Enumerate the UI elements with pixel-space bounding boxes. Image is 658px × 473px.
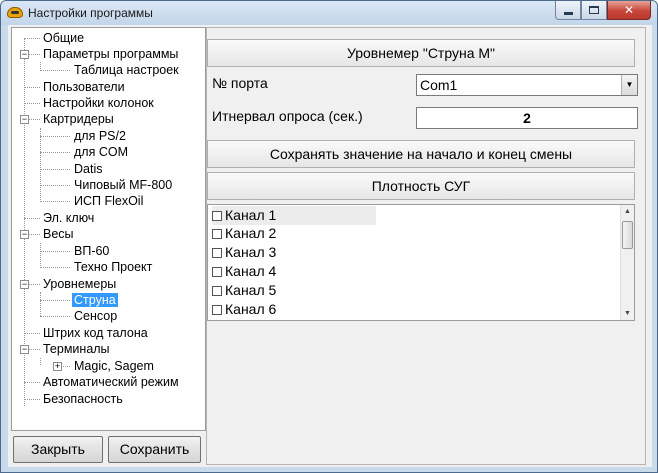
tree-item-security[interactable]: Безопасность bbox=[41, 391, 125, 407]
title-bar[interactable]: Настройки программы ✕ bbox=[1, 1, 657, 25]
tree-item-e-key[interactable]: Эл. ключ bbox=[41, 210, 96, 226]
tree-item-general[interactable]: Общие bbox=[41, 30, 86, 46]
caption-buttons: ✕ bbox=[555, 1, 651, 20]
tree-item-card-readers[interactable]: Картридеры bbox=[41, 111, 116, 127]
interval-input[interactable]: 2 bbox=[416, 107, 638, 129]
expand-icon[interactable]: + bbox=[53, 362, 62, 371]
channel-item-5[interactable]: Канал 5 bbox=[212, 281, 276, 300]
tree-item-datis[interactable]: Datis bbox=[72, 161, 104, 177]
tree-item-tekhno-proekt[interactable]: Техно Проект bbox=[72, 259, 154, 275]
save-button[interactable]: Сохранить bbox=[108, 436, 201, 463]
tree-item-scales[interactable]: Весы bbox=[41, 226, 76, 242]
channel-scrollbar[interactable]: ▲ ▼ bbox=[620, 205, 634, 320]
channel-item-4[interactable]: Канал 4 bbox=[212, 262, 276, 281]
collapse-icon[interactable]: − bbox=[20, 50, 29, 59]
collapse-icon[interactable]: − bbox=[20, 280, 29, 289]
checkbox[interactable] bbox=[212, 248, 222, 258]
tree-item-vp60[interactable]: ВП-60 bbox=[72, 243, 111, 259]
dropdown-arrow-icon[interactable]: ▼ bbox=[621, 75, 637, 95]
interval-label: Итнервал опроса (сек.) bbox=[212, 108, 363, 124]
scroll-down-icon[interactable]: ▼ bbox=[621, 307, 634, 320]
channel-item-3[interactable]: Канал 3 bbox=[212, 243, 276, 262]
window-title: Настройки программы bbox=[28, 6, 153, 20]
port-select[interactable]: Com1 ▼ bbox=[416, 74, 638, 96]
tree-item-auto-mode[interactable]: Автоматический режим bbox=[41, 374, 181, 390]
close-button[interactable]: Закрыть bbox=[13, 436, 103, 463]
tree-item-terminals[interactable]: Терминалы bbox=[41, 341, 112, 357]
channel-item-2[interactable]: Канал 2 bbox=[212, 224, 276, 243]
panel-title: Уровнемер "Струна М" bbox=[207, 39, 635, 67]
scroll-thumb[interactable] bbox=[622, 221, 633, 249]
checkbox[interactable] bbox=[212, 267, 222, 277]
lpg-density-button[interactable]: Плотность СУГ bbox=[207, 172, 635, 200]
tree-item-settings-table[interactable]: Таблица настроек bbox=[72, 62, 181, 78]
port-label: № порта bbox=[212, 75, 268, 91]
tree-item-com[interactable]: для COM bbox=[72, 144, 130, 160]
tree-item-mf800[interactable]: Чиповый MF-800 bbox=[72, 177, 174, 193]
minimize-button[interactable] bbox=[555, 1, 581, 20]
settings-tree[interactable]: − − − − − + Общие Параметры программы Та… bbox=[11, 27, 206, 431]
scroll-up-icon[interactable]: ▲ bbox=[621, 205, 634, 218]
close-icon: ✕ bbox=[623, 3, 635, 17]
checkbox[interactable] bbox=[212, 211, 222, 221]
tree-item-barcode[interactable]: Штрих код талона bbox=[41, 325, 150, 341]
collapse-icon[interactable]: − bbox=[20, 115, 29, 124]
collapse-icon[interactable]: − bbox=[20, 345, 29, 354]
close-window-button[interactable]: ✕ bbox=[607, 1, 651, 20]
minimize-icon bbox=[563, 11, 573, 15]
tree-item-program-params[interactable]: Параметры программы bbox=[41, 46, 180, 62]
maximize-icon bbox=[589, 6, 599, 14]
app-icon bbox=[7, 7, 23, 18]
tree-item-column-settings[interactable]: Настройки колонок bbox=[41, 95, 156, 111]
tree-item-level-gauges[interactable]: Уровнемеры bbox=[41, 276, 118, 292]
struna-settings-panel: Уровнемер "Струна М" № порта Com1 ▼ Итне… bbox=[206, 27, 646, 465]
tree-item-ps2[interactable]: для PS/2 bbox=[72, 128, 128, 144]
channel-item-1[interactable]: Канал 1 bbox=[212, 206, 376, 225]
maximize-button[interactable] bbox=[581, 1, 607, 20]
tree-item-struna[interactable]: Струна bbox=[72, 292, 118, 308]
channel-checklist[interactable]: Канал 1 Канал 2 Канал 3 Канал 4 Канал 5 … bbox=[207, 204, 635, 321]
tree-item-magic-sagem[interactable]: Magic, Sagem bbox=[72, 358, 156, 374]
collapse-icon[interactable]: − bbox=[20, 230, 29, 239]
tree-item-sensor[interactable]: Сенсор bbox=[72, 308, 119, 324]
checkbox[interactable] bbox=[212, 286, 222, 296]
port-value: Com1 bbox=[420, 77, 458, 93]
tree-item-users[interactable]: Пользователи bbox=[41, 79, 127, 95]
checkbox[interactable] bbox=[212, 229, 222, 239]
tree-item-flexoil[interactable]: ИСП FlexOil bbox=[72, 193, 145, 209]
checkbox[interactable] bbox=[212, 305, 222, 315]
client-area: − − − − − + Общие Параметры программы Та… bbox=[8, 25, 652, 467]
settings-window: Настройки программы ✕ − − − − − + Общие … bbox=[0, 0, 658, 473]
channel-item-6[interactable]: Канал 6 bbox=[212, 300, 276, 319]
save-shift-button[interactable]: Сохранять значение на начало и конец сме… bbox=[207, 140, 635, 168]
